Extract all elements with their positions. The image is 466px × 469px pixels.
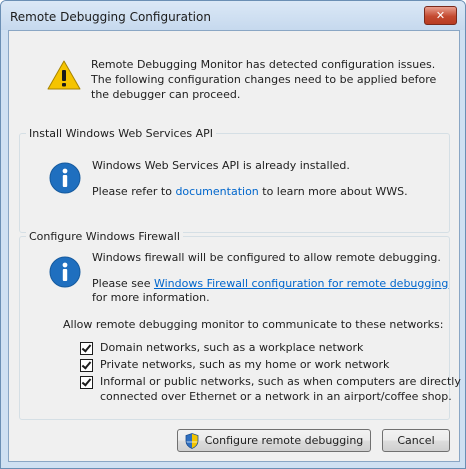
configure-button-label: Configure remote debugging [204, 434, 364, 447]
checkbox-label: Private networks, such as my home or wor… [100, 357, 389, 372]
checkbox-label: Informal or public networks, such as whe… [100, 374, 461, 404]
dialog-body: Remote Debugging Monitor has detected co… [8, 30, 461, 462]
public-network-checkbox[interactable] [80, 376, 93, 389]
label-line: Private networks, such as my home or wor… [100, 358, 390, 371]
firewall-group-label: Configure Windows Firewall [26, 229, 183, 244]
configure-remote-debugging-button[interactable]: Configure remote debugging [177, 429, 371, 452]
title-bar[interactable]: Remote Debugging Configuration ✕ [1, 1, 465, 30]
intro-message: Remote Debugging Monitor has detected co… [91, 57, 437, 102]
firewall-see-suffix: for more information. [92, 291, 210, 304]
window-title: Remote Debugging Configuration [10, 10, 211, 24]
wws-refer-text: Please refer to documentation to learn m… [92, 184, 408, 199]
wws-refer-prefix: Please refer to [92, 185, 176, 198]
label-line: Domain networks, such as a workplace net… [100, 341, 364, 354]
cancel-button-label: Cancel [397, 434, 435, 447]
firewall-group: Configure Windows Firewall Windows firew… [19, 229, 461, 420]
close-button[interactable]: ✕ [424, 6, 457, 25]
intro-line: Remote Debugging Monitor has detected co… [91, 58, 436, 71]
wws-group: Install Windows Web Services API Windows… [19, 126, 450, 233]
private-network-option[interactable]: Private networks, such as my home or wor… [80, 357, 389, 372]
warning-icon [47, 60, 81, 90]
intro-line: The following configuration changes need… [91, 73, 437, 86]
intro-line: the debugger can proceed. [91, 88, 241, 101]
wws-refer-suffix: to learn more about WWS. [258, 185, 408, 198]
firewall-status-text: Windows firewall will be configured to a… [92, 251, 441, 264]
wws-group-label: Install Windows Web Services API [26, 126, 216, 141]
uac-shield-icon [185, 432, 199, 449]
info-icon [49, 162, 81, 194]
cancel-button[interactable]: Cancel [382, 429, 450, 452]
networks-prompt: Allow remote debugging monitor to commun… [63, 318, 444, 331]
firewall-see-prefix: Please see [92, 277, 154, 290]
checkbox-label: Domain networks, such as a workplace net… [100, 340, 363, 355]
label-line: Informal or public networks, such as whe… [100, 375, 461, 388]
domain-network-option[interactable]: Domain networks, such as a workplace net… [80, 340, 363, 355]
close-icon: ✕ [435, 9, 446, 22]
wws-status-text: Windows Web Services API is already inst… [92, 159, 350, 172]
documentation-link[interactable]: documentation [175, 185, 258, 198]
dialog-window: Remote Debugging Configuration ✕ Remote … [0, 0, 466, 469]
info-icon [49, 256, 81, 288]
domain-network-checkbox[interactable] [80, 342, 93, 355]
private-network-checkbox[interactable] [80, 359, 93, 372]
firewall-config-link[interactable]: Windows Firewall configuration for remot… [154, 277, 448, 290]
label-line: connected over Ethernet or a network in … [100, 390, 452, 403]
firewall-see-text: Please see Windows Firewall configuratio… [92, 276, 448, 291]
public-network-option[interactable]: Informal or public networks, such as whe… [80, 374, 461, 404]
